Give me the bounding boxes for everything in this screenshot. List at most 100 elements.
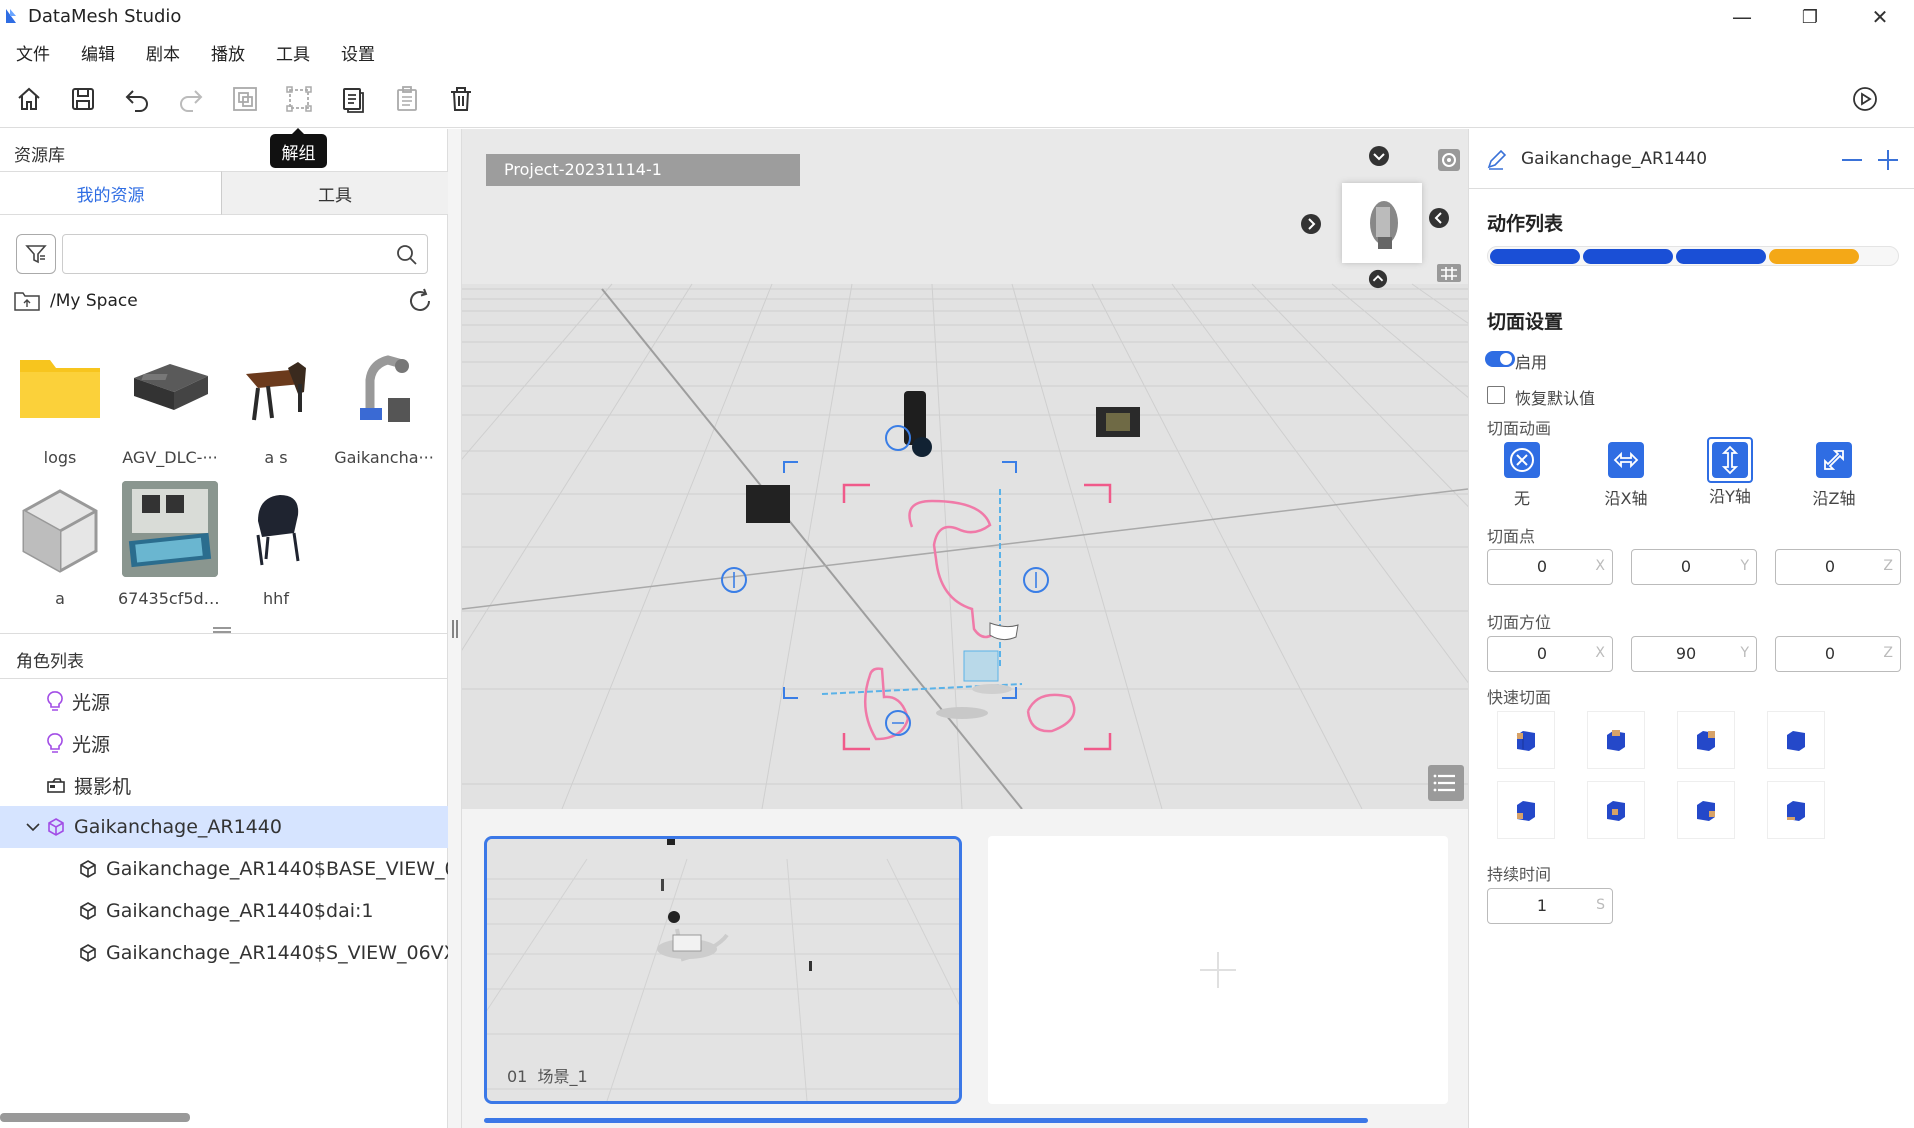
anim-x-axis-button[interactable]: 沿X轴	[1581, 441, 1671, 509]
3d-viewport[interactable]: Project-20231114-1	[462, 129, 1468, 809]
action-segment[interactable]	[1676, 249, 1766, 264]
chevron-right-circle-icon[interactable]	[1300, 213, 1322, 235]
horizontal-scrollbar[interactable]	[0, 1113, 190, 1122]
add-scene-button[interactable]	[988, 836, 1448, 1104]
point-x-field[interactable]: 0X	[1487, 549, 1613, 585]
scene-thumbnail	[487, 839, 959, 1101]
grid-toggle-icon[interactable]	[1436, 263, 1462, 283]
folder-up-icon[interactable]	[14, 290, 40, 312]
restore-default-checkbox[interactable]	[1487, 386, 1505, 404]
orientation-x-value: 0	[1536, 644, 1548, 663]
home-button[interactable]	[14, 84, 44, 114]
restore-button[interactable]: ❐	[1780, 0, 1840, 34]
menu-settings[interactable]: 设置	[341, 40, 375, 65]
group-icon	[233, 87, 257, 111]
copy-button[interactable]	[338, 84, 368, 114]
action-segment[interactable]	[1769, 249, 1859, 264]
asset-item[interactable]: hhf	[224, 481, 328, 608]
quick-section-button[interactable]	[1677, 711, 1735, 769]
action-segment[interactable]	[1490, 249, 1580, 264]
resource-library-title: 资源库	[14, 146, 65, 166]
quick-section-button[interactable]	[1587, 711, 1645, 769]
chevron-down-icon[interactable]	[24, 818, 42, 836]
minus-icon[interactable]	[1841, 151, 1863, 169]
orientation-x-field[interactable]: 0X	[1487, 636, 1613, 672]
orientation-z-unit: Z	[1883, 645, 1893, 661]
menu-file[interactable]: 文件	[16, 40, 50, 65]
delete-button[interactable]	[446, 84, 476, 114]
menu-play[interactable]: 播放	[211, 40, 245, 65]
path-row: /My Space	[14, 287, 434, 317]
refresh-icon[interactable]	[406, 287, 434, 315]
chair-model-thumbnail	[246, 362, 306, 421]
play-button[interactable]	[1850, 84, 1880, 114]
chevron-up-circle-icon[interactable]	[1368, 269, 1388, 289]
toolbar	[0, 70, 1914, 128]
tab-my-resources[interactable]: 我的资源	[0, 171, 222, 215]
paste-button[interactable]	[392, 84, 422, 114]
point-z-field[interactable]: 0Z	[1775, 549, 1901, 585]
role-item[interactable]: Gaikanchage_AR1440$dai:1	[0, 890, 448, 932]
quick-section-button[interactable]	[1497, 711, 1555, 769]
tab-tools[interactable]: 工具	[222, 171, 448, 215]
focus-target-icon[interactable]	[1436, 147, 1462, 173]
save-button[interactable]	[68, 84, 98, 114]
action-segment[interactable]	[1583, 249, 1673, 264]
plus-icon[interactable]	[1877, 149, 1899, 171]
close-button[interactable]: ✕	[1850, 0, 1910, 34]
undo-icon	[125, 90, 148, 112]
scene-card[interactable]: 01 场景_1	[484, 836, 962, 1104]
role-item[interactable]: Gaikanchage_AR1440$S_VIEW_06VXH	[0, 932, 448, 974]
filter-button[interactable]	[16, 234, 56, 274]
duration-field[interactable]: 1S	[1487, 888, 1613, 924]
quick-section-button[interactable]	[1767, 781, 1825, 839]
search-icon[interactable]	[395, 243, 419, 267]
menu-script[interactable]: 剧本	[146, 40, 180, 65]
menu-tools[interactable]: 工具	[276, 40, 310, 65]
role-item[interactable]: 光源	[0, 722, 448, 764]
timeline-scrollbar[interactable]	[484, 1118, 1368, 1123]
vertical-splitter[interactable]	[448, 129, 462, 1128]
role-item[interactable]: 摄影机	[0, 764, 448, 806]
role-item[interactable]: 光源	[0, 680, 448, 722]
point-y-field[interactable]: 0Y	[1631, 549, 1757, 585]
menu-edit[interactable]: 编辑	[81, 40, 115, 65]
orientation-y-field[interactable]: 90 Y	[1631, 636, 1757, 672]
asset-item[interactable]: 67435cf5da···	[118, 481, 222, 608]
role-item[interactable]: Gaikanchage_AR1440$BASE_VIEW_06	[0, 848, 448, 890]
chevron-left-circle-icon[interactable]	[1428, 207, 1450, 229]
orientation-z-field[interactable]: 0Z	[1775, 636, 1901, 672]
undo-button[interactable]	[122, 84, 152, 114]
redo-button[interactable]	[176, 84, 206, 114]
anim-z-axis-button[interactable]: 沿Z轴	[1789, 441, 1879, 509]
asset-item[interactable]: a s	[224, 340, 328, 467]
project-name-label: Project-20231114-1	[486, 154, 800, 186]
quick-section-button[interactable]	[1587, 781, 1645, 839]
asset-item[interactable]: AGV_DLC-···	[118, 340, 222, 467]
cube-slice-icon	[1787, 731, 1805, 751]
chevron-down-circle-icon[interactable]	[1368, 145, 1390, 167]
list-menu-icon[interactable]	[1428, 765, 1464, 801]
cube-slice-icon	[1607, 730, 1625, 751]
asset-item[interactable]: logs	[8, 340, 112, 467]
orientation-z-value: 0	[1824, 644, 1836, 663]
minimize-button[interactable]: —	[1712, 0, 1772, 34]
group-button[interactable]	[230, 84, 260, 114]
section-settings-title: 切面设置	[1487, 311, 1564, 333]
quick-section-button[interactable]	[1767, 711, 1825, 769]
search-input[interactable]	[63, 235, 383, 273]
asset-item[interactable]: a	[8, 481, 112, 608]
quick-section-button[interactable]	[1497, 781, 1555, 839]
pencil-icon[interactable]	[1485, 149, 1507, 171]
role-item-selected[interactable]: Gaikanchage_AR1440	[0, 806, 448, 848]
asset-item[interactable]: Gaikancha···	[332, 340, 436, 467]
quick-section-button[interactable]	[1677, 781, 1735, 839]
action-progress-bar[interactable]	[1487, 246, 1899, 266]
view-cube[interactable]	[1342, 183, 1422, 263]
ungroup-tooltip: 解组	[270, 128, 327, 168]
ungroup-button[interactable]	[284, 84, 314, 114]
panel-splitter[interactable]	[0, 625, 448, 635]
enable-toggle[interactable]	[1485, 351, 1515, 367]
anim-y-axis-button[interactable]: 沿Y轴	[1685, 437, 1775, 507]
anim-none-button[interactable]: 无	[1477, 441, 1567, 509]
